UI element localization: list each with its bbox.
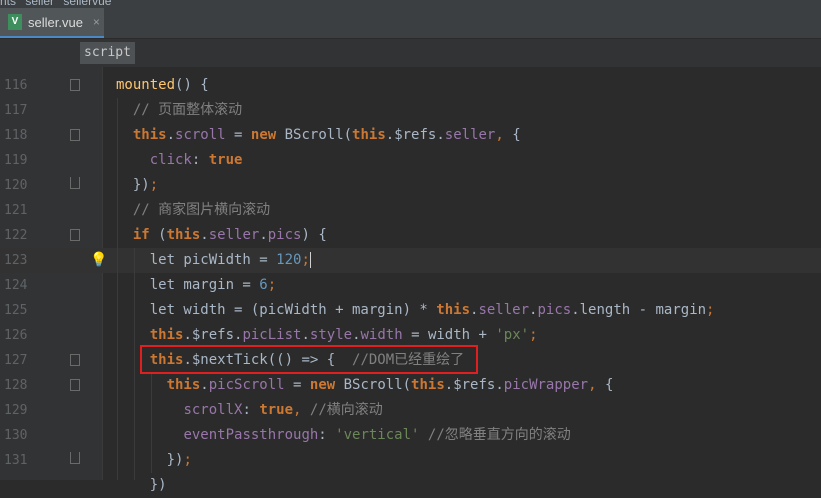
code-text: click: true: [149, 152, 243, 168]
fold-icon[interactable]: [70, 129, 80, 141]
code-line: 119 click: true: [0, 148, 821, 173]
line-number: 124: [4, 278, 28, 293]
fold-icon[interactable]: [70, 79, 80, 91]
fold-icon[interactable]: [70, 177, 80, 189]
code-line: 125 let width = (picWidth + margin) * th…: [0, 298, 821, 323]
code-text: let margin = 6;: [116, 277, 277, 293]
line-number: 126: [4, 328, 28, 343]
fold-icon[interactable]: [70, 229, 80, 241]
tab-label: seller.vue: [28, 14, 83, 30]
indent-guide: [151, 373, 152, 473]
line-number: 130: [4, 428, 28, 443]
code-text: let width = (picWidth + margin) * this.s…: [116, 302, 715, 318]
line-number: 121: [4, 203, 28, 218]
breadcrumb: nts seller sellervue: [0, 0, 117, 8]
line-number: 127: [4, 353, 28, 368]
code-text: // 页面整体滚动: [132, 102, 243, 118]
line-number: 122: [4, 228, 28, 243]
indent-guide: [117, 98, 118, 480]
tab-seller-vue[interactable]: V seller.vue ×: [0, 8, 104, 38]
code-text: }): [116, 477, 167, 493]
line-number: 120: [4, 178, 28, 193]
code-text: });: [116, 452, 192, 468]
line-number: 118: [4, 128, 28, 143]
highlight-box: [140, 345, 478, 374]
code-line: 120 });: [0, 173, 821, 198]
line-number: 125: [4, 303, 28, 318]
fold-icon[interactable]: [70, 452, 80, 464]
code-text: this.picScroll = new BScroll(this.$refs.…: [166, 377, 614, 393]
code-text: eventPassthrough: 'vertical' //忽略垂直方向的滚动: [183, 427, 571, 443]
code-line: 122 if (this.seller.pics) {: [0, 223, 821, 248]
line-number: 128: [4, 378, 28, 393]
code-line: 128 this.picScroll = new BScroll(this.$r…: [0, 373, 821, 398]
code-text: let picWidth = 120;: [116, 252, 311, 268]
code-line: 131 });: [0, 448, 821, 473]
lightbulb-icon[interactable]: 💡: [90, 252, 107, 268]
code-text: if (this.seller.pics) {: [132, 227, 327, 243]
line-number: 123: [4, 253, 28, 268]
code-line: 121 // 商家图片横向滚动: [0, 198, 821, 223]
code-line: 129 scrollX: true, //横向滚动: [0, 398, 821, 423]
code-line: 116 mounted() {: [0, 73, 821, 98]
code-line: }): [0, 473, 821, 498]
vue-file-icon: V: [8, 14, 22, 30]
close-icon[interactable]: ×: [93, 15, 100, 29]
breadcrumb-item[interactable]: seller: [25, 0, 54, 8]
indent-guide: [134, 248, 135, 480]
fold-icon[interactable]: [70, 379, 80, 391]
line-number: 119: [4, 153, 28, 168]
scope-tag-script[interactable]: script: [80, 42, 135, 64]
fold-icon[interactable]: [70, 354, 80, 366]
code-line: 130 eventPassthrough: 'vertical' //忽略垂直方…: [0, 423, 821, 448]
breadcrumb-item[interactable]: sellervue: [63, 0, 111, 8]
code-line-current: 123 💡 let picWidth = 120;: [0, 248, 821, 273]
line-number: 131: [4, 453, 28, 468]
code-line: 117 // 页面整体滚动: [0, 98, 821, 123]
editor-tab-bar: nts seller sellervue V seller.vue ×: [0, 0, 821, 39]
code-text: mounted() {: [116, 77, 209, 93]
code-text: // 商家图片横向滚动: [132, 202, 271, 218]
code-text: scrollX: true, //横向滚动: [183, 402, 383, 418]
code-text: this.scroll = new BScroll(this.$refs.sel…: [132, 127, 521, 143]
line-number: 117: [4, 103, 28, 118]
code-line: 124 let margin = 6;: [0, 273, 821, 298]
code-line: 118 this.scroll = new BScroll(this.$refs…: [0, 123, 821, 148]
code-text: });: [116, 177, 159, 193]
scope-bar: script: [0, 39, 821, 67]
line-number: 116: [4, 78, 28, 93]
line-number: 129: [4, 403, 28, 418]
breadcrumb-item[interactable]: nts: [0, 0, 16, 8]
